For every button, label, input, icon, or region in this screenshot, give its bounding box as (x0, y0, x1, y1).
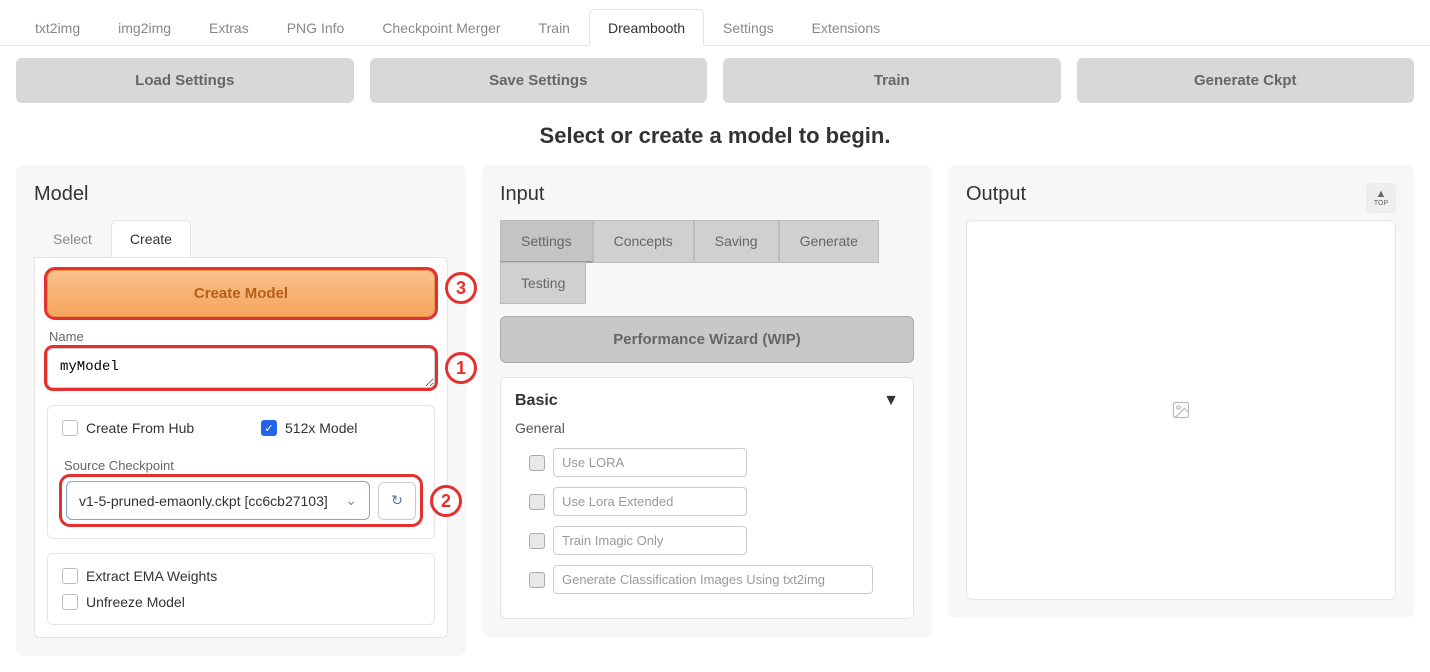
basic-accordion-title: Basic (515, 392, 558, 410)
use-lora-checkbox[interactable] (529, 455, 545, 471)
name-input[interactable] (47, 348, 435, 388)
top-tabs: txt2img img2img Extras PNG Info Checkpoi… (0, 0, 1430, 46)
create-model-button[interactable]: Create Model (47, 270, 435, 317)
source-checkpoint-label: Source Checkpoint (64, 458, 420, 473)
model-512-label: 512x Model (285, 420, 357, 436)
scroll-top-button[interactable]: ▲ TOP (1366, 183, 1396, 213)
annotation-2: 2 (430, 485, 462, 517)
output-panel: Output ▲ TOP (948, 165, 1414, 618)
use-lora-field[interactable] (553, 448, 747, 477)
train-imagic-only-field[interactable] (553, 526, 747, 555)
source-checkpoint-select[interactable]: v1-5-pruned-emaonly.ckpt [cc6cb27103] ⌄ (66, 481, 370, 520)
create-from-hub-checkbox[interactable] (62, 420, 78, 436)
output-title: Output (966, 183, 1396, 206)
annotation-1: 1 (445, 352, 477, 384)
use-lora-extended-field[interactable] (553, 487, 747, 516)
input-panel: Input Settings Concepts Saving Generate … (482, 165, 932, 637)
tab-train[interactable]: Train (520, 9, 589, 46)
gen-class-images-checkbox[interactable] (529, 572, 545, 588)
basic-accordion-header[interactable]: Basic ▼ (515, 392, 899, 410)
name-label: Name (49, 329, 435, 344)
model-512-checkbox[interactable]: ✓ (261, 420, 277, 436)
action-row: Load Settings Save Settings Train Genera… (0, 46, 1430, 115)
unfreeze-model-label: Unfreeze Model (86, 594, 185, 610)
extract-ema-checkbox[interactable] (62, 568, 78, 584)
tab-img2img[interactable]: img2img (99, 9, 190, 46)
refresh-icon: ↻ (391, 492, 403, 509)
input-tab-settings[interactable]: Settings (500, 220, 593, 263)
model-title: Model (34, 183, 448, 206)
train-imagic-only-checkbox[interactable] (529, 533, 545, 549)
train-button[interactable]: Train (723, 58, 1061, 103)
input-tab-testing[interactable]: Testing (500, 262, 586, 304)
unfreeze-model-checkbox[interactable] (62, 594, 78, 610)
use-lora-extended-checkbox[interactable] (529, 494, 545, 510)
input-title: Input (500, 183, 914, 206)
output-preview (966, 220, 1396, 600)
tab-pnginfo[interactable]: PNG Info (268, 9, 364, 46)
tab-dreambooth[interactable]: Dreambooth (589, 9, 704, 46)
top-label: TOP (1374, 200, 1388, 207)
save-settings-button[interactable]: Save Settings (370, 58, 708, 103)
refresh-checkpoints-button[interactable]: ↻ (378, 482, 416, 520)
tab-extensions[interactable]: Extensions (793, 9, 899, 46)
source-checkpoint-value: v1-5-pruned-emaonly.ckpt [cc6cb27103] (79, 493, 328, 509)
model-tab-select[interactable]: Select (34, 220, 111, 257)
chevron-down-icon: ⌄ (345, 492, 357, 509)
tab-checkpoint-merger[interactable]: Checkpoint Merger (363, 9, 519, 46)
general-section-label: General (515, 420, 899, 436)
tab-txt2img[interactable]: txt2img (16, 9, 99, 46)
performance-wizard-button[interactable]: Performance Wizard (WIP) (500, 316, 914, 363)
caret-down-icon: ▼ (883, 392, 899, 410)
annotation-3: 3 (445, 272, 477, 304)
input-tab-concepts[interactable]: Concepts (593, 220, 694, 263)
load-settings-button[interactable]: Load Settings (16, 58, 354, 103)
create-from-hub-label: Create From Hub (86, 420, 194, 436)
tab-extras[interactable]: Extras (190, 9, 268, 46)
input-tab-saving[interactable]: Saving (694, 220, 779, 263)
arrow-up-icon: ▲ (1376, 189, 1387, 200)
input-tab-generate[interactable]: Generate (779, 220, 879, 263)
extract-ema-label: Extract EMA Weights (86, 568, 217, 584)
page-heading: Select or create a model to begin. (0, 115, 1430, 165)
model-tab-create[interactable]: Create (111, 220, 191, 257)
image-placeholder-icon (1171, 400, 1191, 420)
model-panel: Model Select Create Create Model 3 Name … (16, 165, 466, 656)
gen-class-images-field[interactable] (553, 565, 873, 594)
generate-ckpt-button[interactable]: Generate Ckpt (1077, 58, 1415, 103)
tab-settings[interactable]: Settings (704, 9, 793, 46)
